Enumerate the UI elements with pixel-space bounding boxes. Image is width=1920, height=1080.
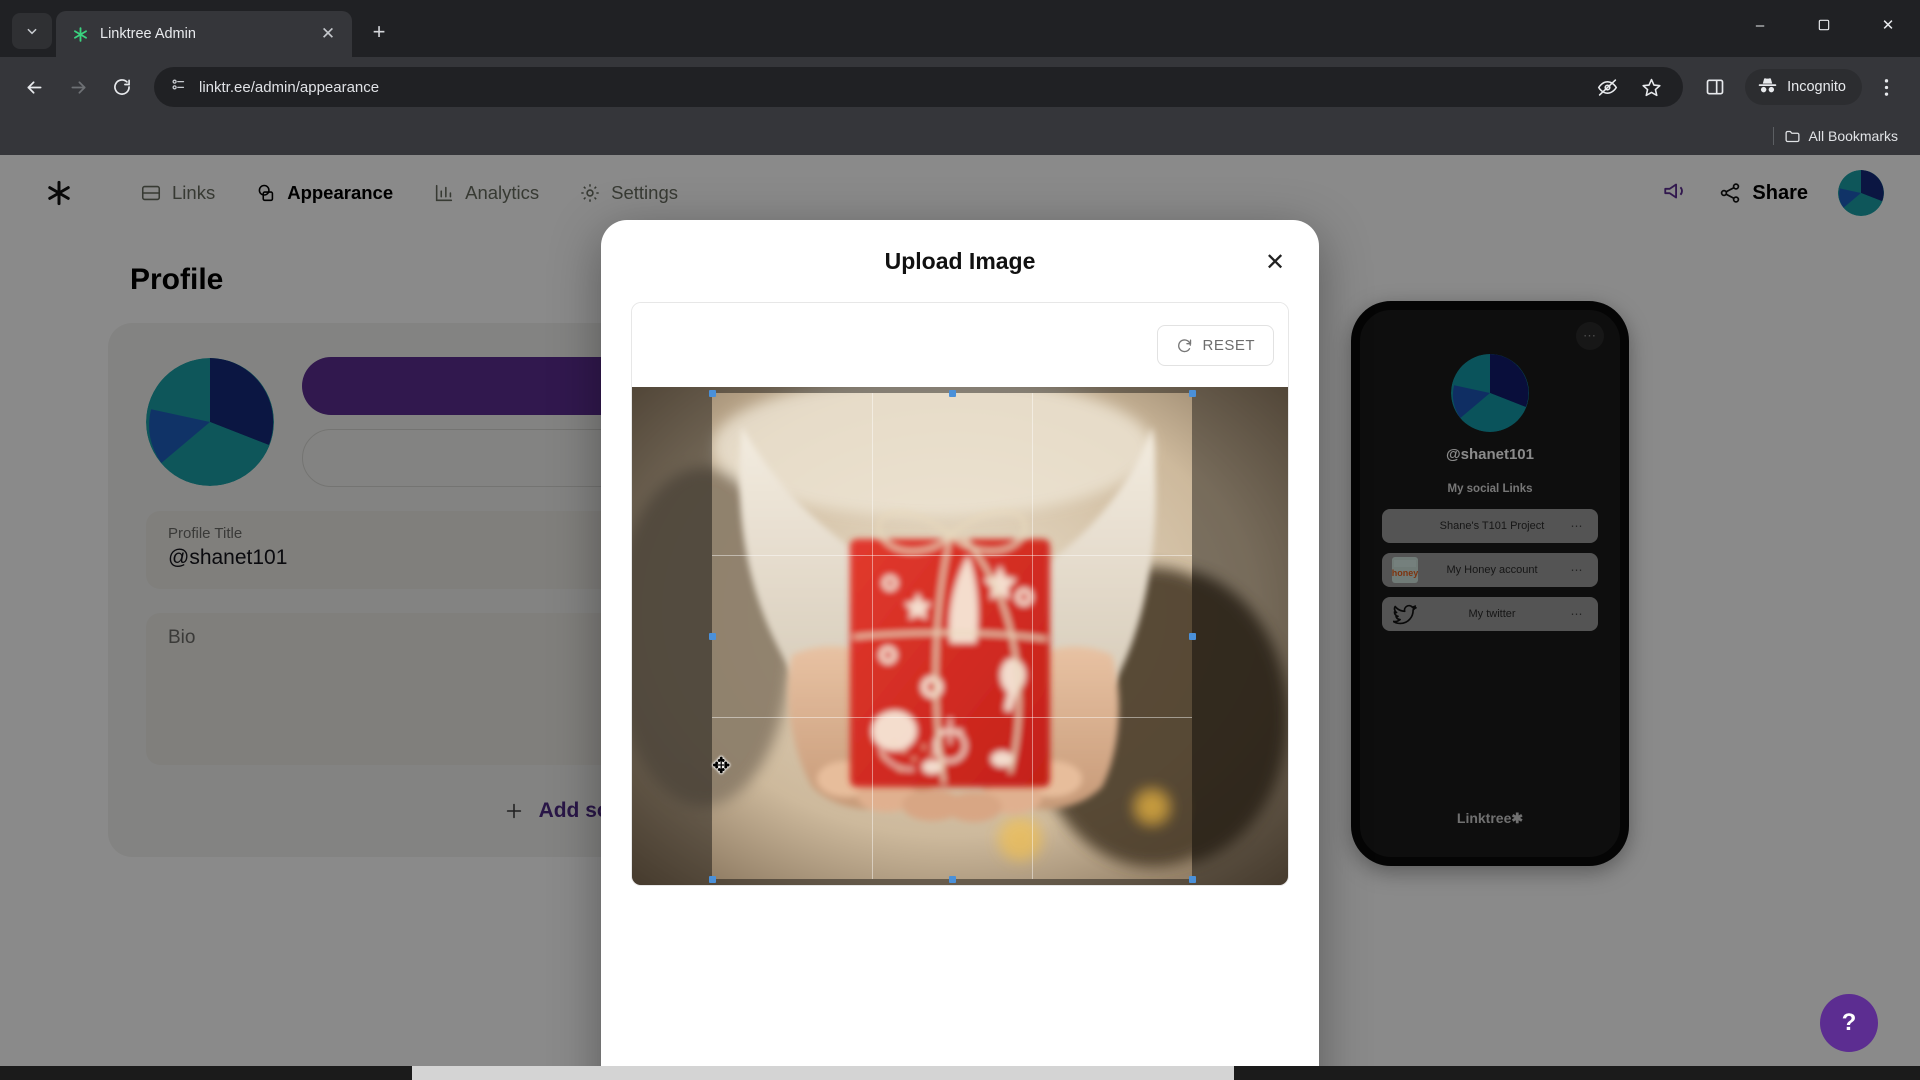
reload-button[interactable]	[102, 67, 142, 107]
crop-toolbar: RESET	[632, 303, 1288, 387]
crop-handle-middle-right[interactable]	[1189, 633, 1196, 640]
crop-handle-middle-left[interactable]	[709, 633, 716, 640]
side-panel-icon	[1706, 79, 1724, 95]
incognito-label: Incognito	[1787, 79, 1846, 95]
eye-off-icon[interactable]	[1587, 67, 1627, 107]
incognito-indicator[interactable]: Incognito	[1745, 69, 1862, 105]
modal-title: Upload Image	[884, 247, 1036, 274]
browser-tab[interactable]: Linktree Admin ✕	[56, 11, 352, 57]
maximize-icon	[1818, 19, 1830, 31]
bookmarks-bar: All Bookmarks	[0, 117, 1920, 155]
move-cursor-icon: ✥	[712, 753, 731, 778]
bookmark-star-icon[interactable]	[1631, 67, 1671, 107]
arrow-right-icon	[71, 80, 85, 94]
tab-search-button[interactable]	[12, 13, 52, 49]
page-info-icon[interactable]	[170, 76, 187, 98]
crop-guide-horizontal	[712, 554, 1192, 556]
crop-selection-image	[712, 393, 1192, 879]
url-text: linktr.ee/admin/appearance	[199, 78, 380, 96]
address-bar[interactable]: linktr.ee/admin/appearance	[154, 67, 1684, 107]
window-minimize-button[interactable]: –	[1728, 0, 1792, 50]
crop-handle-top-center[interactable]	[949, 390, 956, 397]
crop-guide-vertical	[871, 393, 873, 879]
reset-button[interactable]: RESET	[1157, 324, 1274, 366]
crop-handle-top-left[interactable]	[709, 390, 716, 397]
forward-button[interactable]	[58, 67, 98, 107]
crop-guide-horizontal	[712, 716, 1192, 718]
window-controls: – ✕	[1728, 0, 1920, 50]
browser-window: Linktree Admin ✕ + – ✕ linktr.ee/admin/a…	[0, 0, 1920, 1080]
all-bookmarks-label: All Bookmarks	[1808, 128, 1898, 144]
crop-selection[interactable]	[712, 393, 1192, 879]
tab-strip: Linktree Admin ✕ + – ✕	[0, 0, 1920, 57]
incognito-hat-icon	[1757, 76, 1778, 98]
modal-header: Upload Image ✕	[601, 220, 1319, 302]
window-close-button[interactable]: ✕	[1856, 0, 1920, 50]
help-button[interactable]: ?	[1820, 994, 1878, 1052]
browser-menu-button[interactable]	[1866, 67, 1906, 107]
tab-title: Linktree Admin	[100, 26, 196, 42]
chevron-down-icon	[27, 28, 37, 35]
reset-label: RESET	[1202, 336, 1255, 354]
new-tab-button[interactable]: +	[362, 15, 396, 49]
horizontal-scrollbar[interactable]	[0, 1066, 1920, 1080]
refresh-icon	[1178, 338, 1192, 352]
crop-panel: RESET	[631, 302, 1289, 886]
crop-handle-bottom-left[interactable]	[709, 876, 716, 883]
crop-guide-vertical	[1031, 393, 1033, 879]
three-dot-menu-icon	[1884, 78, 1888, 96]
arrow-left-icon	[27, 80, 41, 94]
crop-handle-top-right[interactable]	[1189, 390, 1196, 397]
omnibox-actions	[1587, 67, 1671, 107]
scrollbar-thumb[interactable]	[412, 1066, 1234, 1080]
reload-icon	[114, 79, 130, 95]
crop-canvas[interactable]	[632, 387, 1288, 885]
back-button[interactable]	[14, 67, 54, 107]
page-viewport: Links Appearance Analytics Settings Shar…	[0, 155, 1920, 1080]
bookmarks-separator	[1772, 127, 1774, 145]
folder-icon	[1785, 130, 1800, 142]
upload-image-modal: Upload Image ✕ RESET	[601, 220, 1319, 1080]
linktree-asterisk-icon	[70, 24, 90, 44]
all-bookmarks-button[interactable]: All Bookmarks	[1784, 128, 1898, 145]
tab-close-icon[interactable]: ✕	[316, 22, 340, 46]
side-panel-button[interactable]	[1695, 67, 1735, 107]
browser-toolbar: linktr.ee/admin/appearance Incognito	[0, 57, 1920, 117]
close-icon[interactable]: ✕	[1259, 246, 1291, 278]
window-maximize-button[interactable]	[1792, 0, 1856, 50]
crop-handle-bottom-right[interactable]	[1189, 876, 1196, 883]
crop-handle-bottom-center[interactable]	[949, 876, 956, 883]
